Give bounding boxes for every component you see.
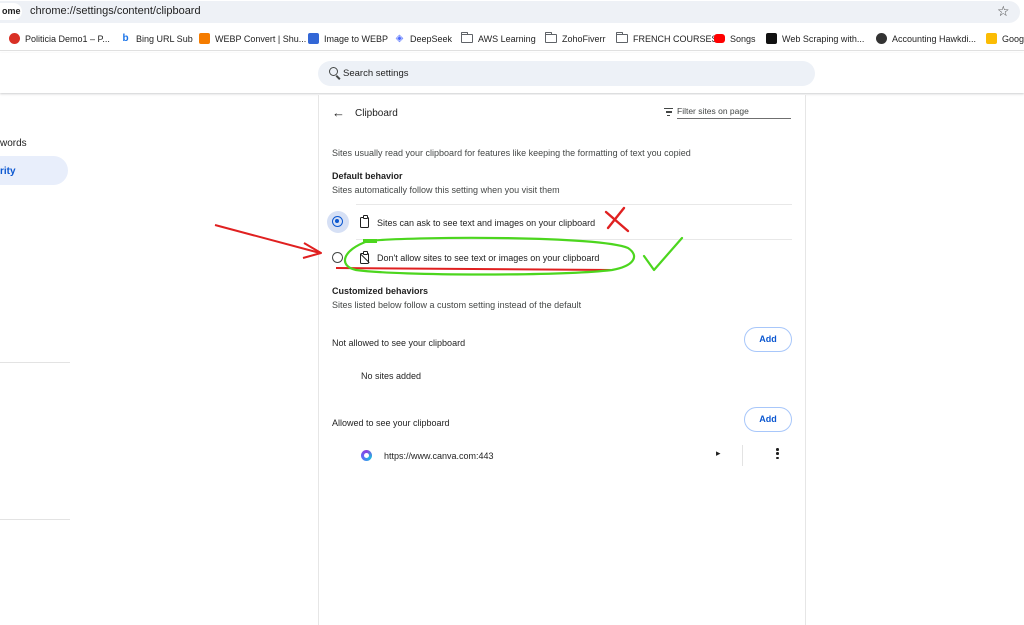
bookmark-item[interactable]: ◈ DeepSeek [394, 31, 452, 46]
chevron-right-icon[interactable]: ▸ [716, 448, 721, 459]
bookmark-item[interactable]: AWS Learning [461, 31, 536, 46]
filter-icon [664, 108, 673, 116]
search-settings-input[interactable]: Search settings [318, 61, 815, 86]
allowed-label: Allowed to see your clipboard [332, 418, 450, 428]
row-divider [356, 204, 792, 205]
page-title: Clipboard [355, 108, 398, 119]
yellow-icon [986, 33, 997, 44]
bookmark-item[interactable]: Web Scraping with... [766, 31, 864, 46]
bookmark-item[interactable]: WEBP Convert | Shu... [199, 31, 306, 46]
site-url[interactable]: https://www.canva.com:443 [384, 451, 494, 461]
search-placeholder: Search settings [343, 68, 409, 79]
youtube-icon [714, 34, 725, 43]
folder-icon [545, 32, 557, 43]
row-vertical-divider [742, 445, 743, 466]
red-circle-icon [9, 33, 20, 44]
back-arrow-icon[interactable]: ← [332, 106, 345, 120]
bookmark-item[interactable]: Songs [714, 31, 756, 46]
bookmark-item[interactable]: ZohoFiverr [545, 31, 606, 46]
customized-behaviors-title: Customized behaviors [332, 286, 429, 296]
customized-behaviors-subtitle: Sites listed below follow a custom setti… [332, 300, 582, 310]
radio-block[interactable] [332, 252, 343, 263]
deepseek-icon: ◈ [395, 33, 404, 44]
red-arrow-annotation [214, 224, 321, 254]
no-sites-message: No sites added [361, 371, 422, 381]
option-block-label[interactable]: Don't allow sites to see text or images … [377, 253, 599, 263]
canva-site-icon [361, 450, 372, 461]
more-vert-icon[interactable] [776, 448, 779, 461]
sidebar-divider [0, 519, 70, 520]
settings-header: Search settings [0, 53, 1024, 93]
webp-orange-icon [199, 33, 210, 44]
bookmarks-bar: Politicia Demo1 – P... b Bing URL Sub WEB… [0, 27, 1024, 49]
clipboard-icon [360, 215, 369, 228]
folder-icon [616, 32, 628, 43]
page-description: Sites usually read your clipboard for fe… [332, 148, 691, 158]
black-square-icon [766, 33, 777, 44]
option-allow-label[interactable]: Sites can ask to see text and images on … [377, 218, 595, 228]
add-not-allowed-button[interactable]: Add [744, 327, 792, 352]
bookmark-item[interactable]: Accounting Hawkdi... [876, 31, 976, 46]
address-bar-row: ome chrome://settings/content/clipboard … [0, 0, 1024, 24]
webp-blue-icon [308, 33, 319, 44]
github-icon [876, 33, 887, 44]
search-icon [329, 67, 338, 76]
folder-icon [461, 32, 473, 43]
bookmark-item[interactable]: Image to WEBP [308, 31, 388, 46]
sidebar-item-privacy-label: rity [0, 166, 16, 177]
sidebar-divider [0, 362, 70, 363]
bookmark-item[interactable]: Politicia Demo1 – P... [9, 31, 110, 46]
bookmark-item[interactable]: b Bing URL Sub [120, 31, 192, 46]
default-behavior-subtitle: Sites automatically follow this setting … [332, 185, 560, 195]
add-allowed-button[interactable]: Add [744, 407, 792, 432]
bookmark-item[interactable]: Goog [986, 31, 1024, 46]
url-text[interactable]: chrome://settings/content/clipboard [30, 5, 201, 17]
not-allowed-label: Not allowed to see your clipboard [332, 338, 466, 348]
bookmark-star-icon[interactable]: ☆ [997, 3, 1010, 19]
row-divider [356, 239, 792, 240]
bookmark-item[interactable]: FRENCH COURSES [616, 31, 718, 46]
toolbar-divider [0, 50, 1024, 51]
site-chip[interactable]: ome [0, 3, 22, 20]
radio-allow-ask[interactable] [332, 216, 343, 227]
sidebar-item-passwords[interactable]: words [0, 138, 27, 149]
bing-icon: b [122, 33, 129, 44]
clipboard-off-icon [360, 251, 369, 264]
filter-sites-input[interactable]: Filter sites on page [677, 106, 791, 119]
default-behavior-title: Default behavior [332, 171, 403, 181]
